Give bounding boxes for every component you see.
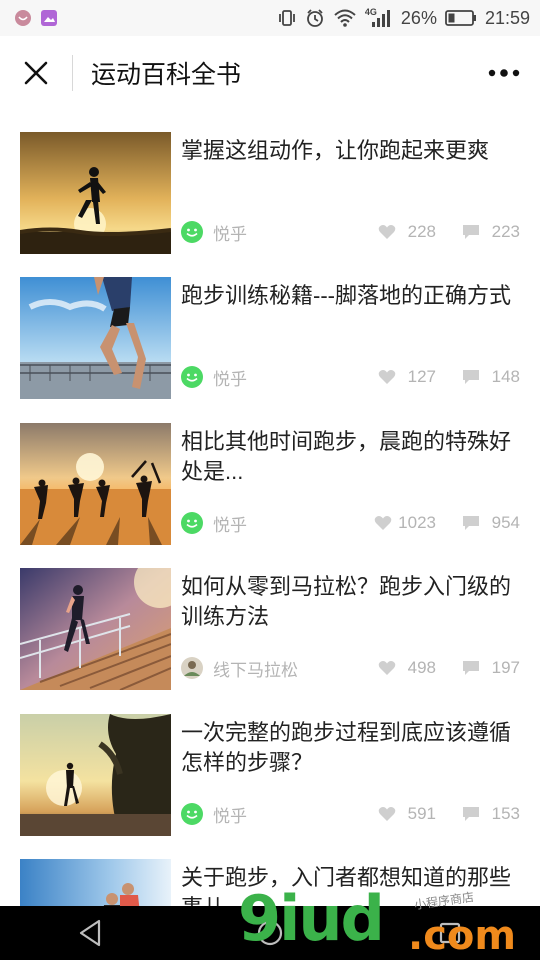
article-meta: 悦乎 228 223: [181, 220, 520, 244]
comment-count: 148: [491, 367, 520, 386]
article-thumbnail: [20, 277, 171, 399]
heart-icon: [378, 661, 396, 675]
smile-icon: [181, 221, 203, 243]
signal-icon: 4G: [364, 7, 393, 28]
article-meta: 悦乎 591 153: [181, 802, 520, 826]
like-stat: 591: [378, 804, 436, 824]
article-item[interactable]: 掌握这组动作，让你跑起来更爽 悦乎 228 223: [20, 132, 520, 254]
article-item[interactable]: 关于跑步，入门者都想知道的那些事儿: [20, 859, 520, 906]
article-source: 悦乎: [213, 224, 247, 244]
gallery-notification-icon: [40, 9, 58, 27]
article-meta: 悦乎 1023 954: [181, 511, 520, 535]
page-header: 运动百科全书: [0, 36, 540, 110]
heart-icon: [378, 225, 396, 239]
comment-icon: [463, 516, 479, 530]
like-stat: 498: [378, 658, 436, 678]
article-source: 悦乎: [213, 515, 247, 535]
article-meta: 线下马拉松 498 197: [181, 656, 520, 680]
close-icon: [24, 61, 48, 85]
comment-stat: 223: [462, 222, 520, 242]
article-title: 掌握这组动作，让你跑起来更爽: [181, 138, 490, 163]
status-bar: 4G 26% 21:59: [0, 0, 540, 36]
article-item[interactable]: 一次完整的跑步过程到底应该遵循怎样的步骤？ 悦乎 591 153: [20, 714, 520, 836]
like-count: 591: [407, 804, 436, 823]
article-title: 关于跑步，入门者都想知道的那些事儿: [181, 865, 512, 906]
nav-recents-button[interactable]: [420, 906, 480, 960]
comment-count: 197: [491, 658, 520, 677]
like-stat: 127: [378, 367, 436, 387]
comment-stat: 954: [462, 513, 520, 533]
battery-icon: [445, 9, 477, 27]
home-circle-icon: [257, 920, 283, 946]
heart-icon: [374, 516, 392, 530]
nav-home-button[interactable]: [240, 906, 300, 960]
article-thumbnail: [20, 423, 171, 545]
like-count: 498: [407, 658, 436, 677]
comment-count: 223: [491, 222, 520, 241]
like-count: 127: [407, 367, 436, 386]
article-thumbnail: [20, 859, 171, 906]
avatar-icon: [181, 657, 203, 679]
smile-icon: [181, 803, 203, 825]
like-count: 228: [407, 222, 436, 241]
article-thumbnail: [20, 132, 171, 254]
comment-stat: 148: [462, 367, 520, 387]
vibrate-icon: [277, 8, 297, 28]
comment-stat: 153: [462, 804, 520, 824]
back-triangle-icon: [79, 919, 101, 947]
app-notification-icon: [14, 9, 32, 27]
article-title: 如何从零到马拉松？跑步入门级的训练方法: [181, 574, 512, 629]
wifi-icon: [333, 8, 357, 28]
more-options-button[interactable]: [468, 36, 540, 110]
comment-count: 153: [491, 804, 520, 823]
like-stat: 1023: [374, 513, 436, 533]
article-title: 跑步训练秘籍---脚落地的正确方式: [181, 283, 511, 308]
recents-square-icon: [439, 922, 461, 944]
header-divider: [72, 55, 73, 91]
like-stat: 228: [378, 222, 436, 242]
comment-count: 954: [491, 513, 520, 532]
comment-icon: [463, 370, 479, 384]
article-source: 悦乎: [213, 806, 247, 826]
like-count: 1023: [398, 513, 436, 532]
nav-back-button[interactable]: [60, 906, 120, 960]
comment-stat: 197: [462, 658, 520, 678]
smile-icon: [181, 512, 203, 534]
comment-icon: [463, 225, 479, 239]
system-nav-bar: [0, 906, 540, 960]
article-source: 悦乎: [213, 369, 247, 389]
article-item[interactable]: 相比其他时间跑步，晨跑的特殊好处是... 悦乎 1023 954: [20, 423, 520, 545]
comment-icon: [463, 807, 479, 821]
more-dots-icon: [488, 69, 520, 77]
close-button[interactable]: [0, 36, 72, 110]
article-item[interactable]: 如何从零到马拉松？跑步入门级的训练方法 线下马拉松 498 197: [20, 568, 520, 690]
alarm-icon: [305, 8, 325, 28]
article-title: 一次完整的跑步过程到底应该遵循怎样的步骤？: [181, 720, 512, 775]
comment-icon: [463, 661, 479, 675]
heart-icon: [378, 370, 396, 384]
clock-time: 21:59: [484, 7, 530, 28]
article-thumbnail: [20, 714, 171, 836]
article-list: 掌握这组动作，让你跑起来更爽 悦乎 228 223 跑步训练秘籍---脚落地的正…: [0, 110, 540, 906]
network-type: 4G: [364, 7, 377, 17]
article-thumbnail: [20, 568, 171, 690]
article-title: 相比其他时间跑步，晨跑的特殊好处是...: [181, 429, 512, 484]
page-title: 运动百科全书: [91, 61, 242, 89]
battery-percent: 26%: [400, 7, 437, 28]
heart-icon: [378, 807, 396, 821]
smile-icon: [181, 366, 203, 388]
article-item[interactable]: 跑步训练秘籍---脚落地的正确方式 悦乎 127 148: [20, 277, 520, 399]
article-source: 线下马拉松: [213, 660, 298, 680]
article-meta: 悦乎 127 148: [181, 365, 520, 389]
